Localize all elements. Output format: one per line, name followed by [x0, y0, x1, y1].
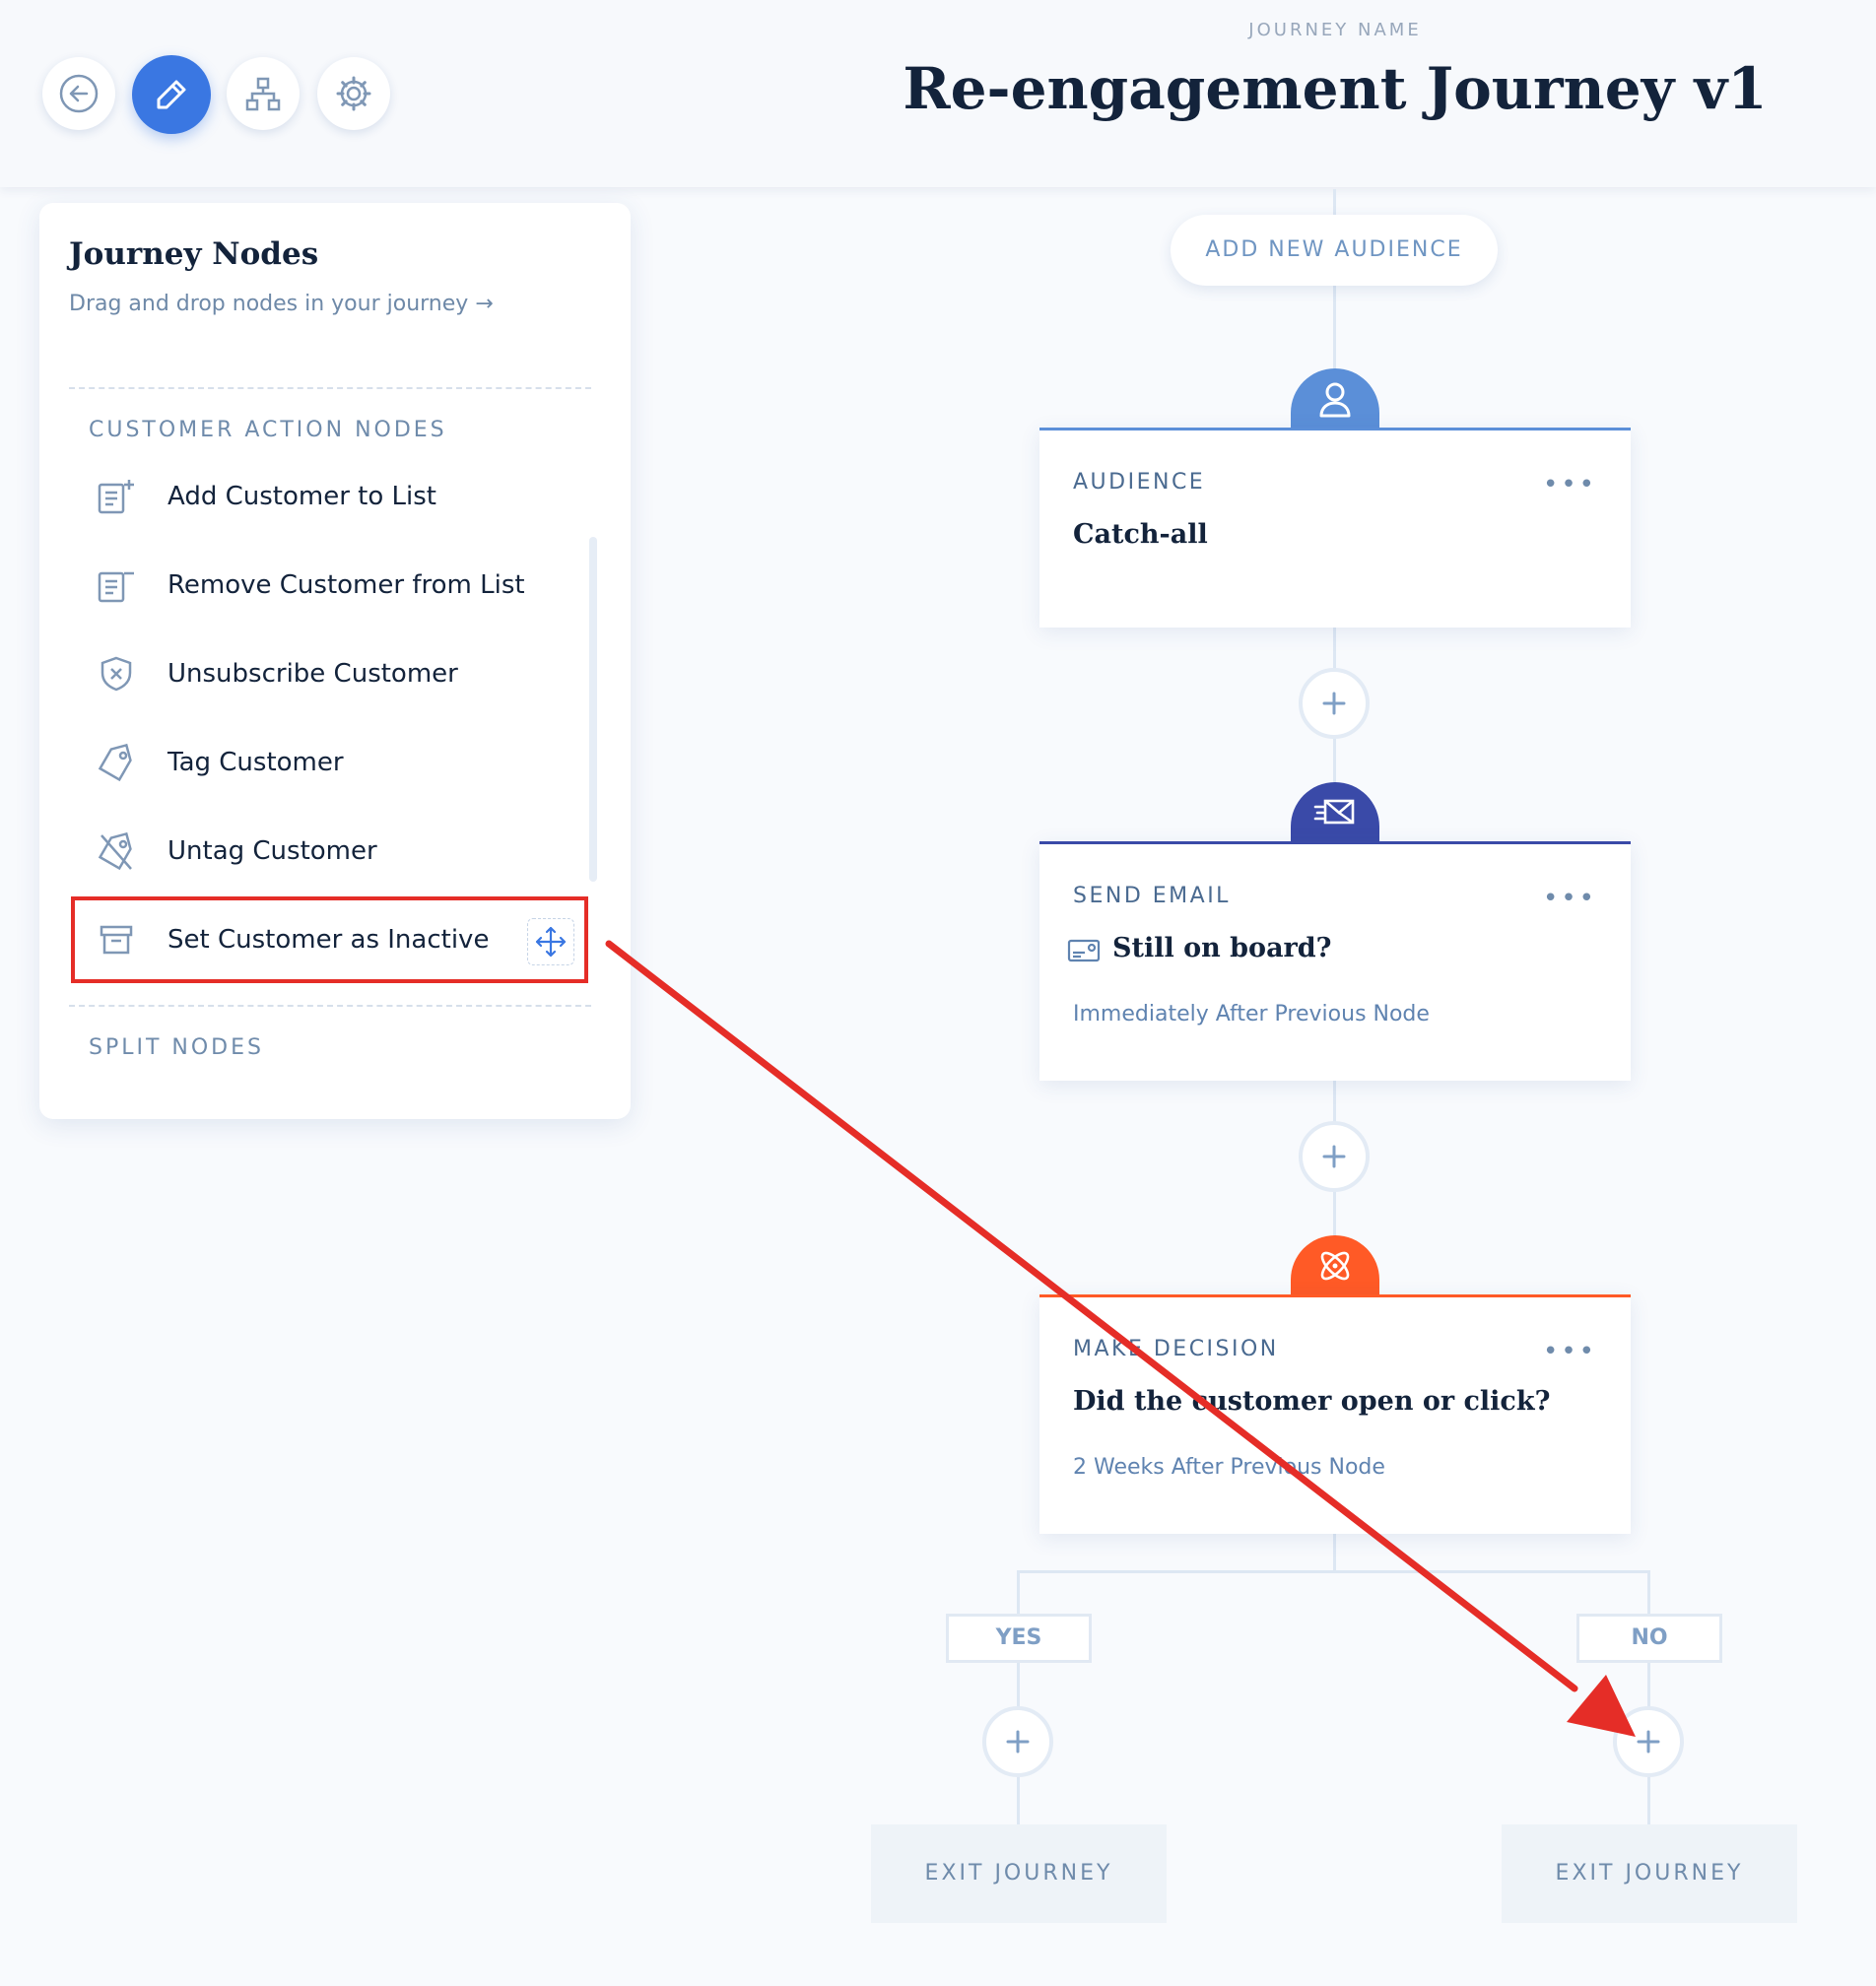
- email-template-icon: [1067, 939, 1101, 962]
- flow-view-button[interactable]: [227, 57, 300, 130]
- branch-no-label: NO: [1576, 1614, 1722, 1663]
- back-icon: [59, 74, 99, 113]
- journey-name-label: JOURNEY NAME: [1248, 20, 1422, 40]
- add-node-button[interactable]: [1299, 668, 1370, 739]
- gear-icon: [336, 76, 371, 111]
- divider: [69, 387, 591, 389]
- node-type-label: AUDIENCE: [1073, 470, 1206, 495]
- node-label: Tag Customer: [168, 748, 344, 777]
- exit-journey-yes: EXIT JOURNEY: [871, 1824, 1167, 1923]
- decision-tab: [1291, 1235, 1379, 1296]
- plus-icon: [1637, 1730, 1660, 1754]
- node-timing: Immediately After Previous Node: [1073, 1002, 1430, 1026]
- section-customer-action: CUSTOMER ACTION NODES: [89, 418, 447, 442]
- add-node-button[interactable]: [1299, 1121, 1370, 1192]
- shield-x-icon: [87, 644, 146, 703]
- send-email-node-card[interactable]: SEND EMAIL ••• Still on board? Immediate…: [1039, 841, 1631, 1081]
- atom-icon: [1320, 1251, 1350, 1281]
- journey-title[interactable]: Re-engagement Journey v1: [867, 55, 1803, 122]
- node-label: Untag Customer: [168, 836, 377, 866]
- edit-button[interactable]: [132, 55, 211, 134]
- node-add-customer-to-list[interactable]: Add Customer to List: [87, 467, 589, 526]
- make-decision-node-card[interactable]: MAKE DECISION ••• Did the customer open …: [1039, 1294, 1631, 1534]
- node-unsubscribe-customer[interactable]: Unsubscribe Customer: [87, 644, 589, 703]
- audience-node-card[interactable]: AUDIENCE ••• Catch-all: [1039, 428, 1631, 628]
- branch-yes-label: YES: [946, 1614, 1092, 1663]
- list-add-icon: [87, 467, 146, 526]
- node-tag-customer[interactable]: Tag Customer: [87, 733, 589, 792]
- highlight-box: [71, 896, 588, 983]
- node-timing: 2 Weeks After Previous Node: [1073, 1455, 1385, 1480]
- divider: [69, 1005, 591, 1007]
- plus-icon: [1322, 692, 1346, 715]
- settings-button[interactable]: [317, 57, 390, 130]
- node-type-label: SEND EMAIL: [1073, 884, 1231, 908]
- node-title: Catch-all: [1073, 519, 1208, 550]
- email-send-icon: [1313, 799, 1355, 825]
- back-button[interactable]: [42, 57, 115, 130]
- more-options-icon[interactable]: •••: [1543, 884, 1597, 913]
- node-label: Remove Customer from List: [168, 570, 525, 600]
- audience-tab: [1291, 368, 1379, 430]
- node-remove-customer-from-list[interactable]: Remove Customer from List: [87, 556, 589, 615]
- panel-scrollbar[interactable]: [589, 537, 597, 882]
- node-label: Add Customer to List: [168, 482, 436, 511]
- add-node-yes-button[interactable]: [982, 1706, 1053, 1777]
- untag-icon: [87, 822, 146, 881]
- user-icon: [1319, 382, 1351, 418]
- add-new-audience-button[interactable]: ADD NEW AUDIENCE: [1171, 215, 1498, 286]
- exit-journey-no: EXIT JOURNEY: [1502, 1824, 1797, 1923]
- plus-icon: [1322, 1145, 1346, 1168]
- panel-title: Journey Nodes: [69, 236, 319, 272]
- email-tab: [1291, 782, 1379, 843]
- yes-connector: [1017, 1570, 1020, 1826]
- more-options-icon[interactable]: •••: [1543, 1337, 1597, 1366]
- node-title: Still on board?: [1112, 933, 1332, 963]
- node-type-label: MAKE DECISION: [1073, 1337, 1279, 1361]
- node-label: Unsubscribe Customer: [168, 659, 458, 689]
- plus-icon: [1006, 1730, 1030, 1754]
- node-title: Did the customer open or click?: [1073, 1386, 1551, 1417]
- no-connector: [1647, 1570, 1650, 1826]
- more-options-icon[interactable]: •••: [1543, 470, 1597, 499]
- list-remove-icon: [87, 556, 146, 615]
- sitemap-icon: [245, 77, 281, 111]
- add-node-no-button[interactable]: [1613, 1706, 1684, 1777]
- node-untag-customer[interactable]: Untag Customer: [87, 822, 589, 881]
- panel-subtitle: Drag and drop nodes in your journey →: [69, 292, 494, 316]
- pencil-icon: [157, 80, 186, 109]
- section-split-nodes: SPLIT NODES: [89, 1035, 264, 1060]
- branch-connector: [1019, 1570, 1649, 1573]
- tag-icon: [87, 733, 146, 792]
